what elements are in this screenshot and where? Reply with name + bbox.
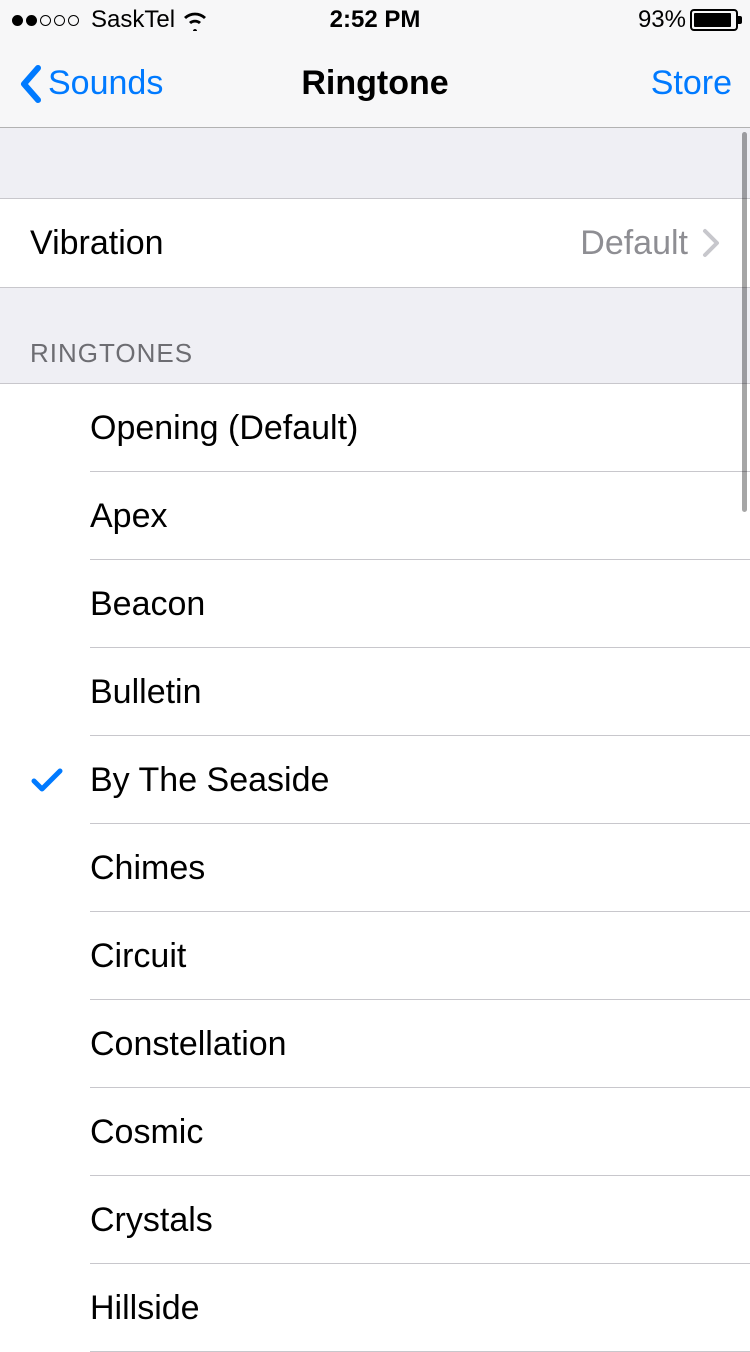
ringtone-item[interactable]: Beacon xyxy=(0,560,750,648)
ringtone-item[interactable]: Opening (Default) xyxy=(0,384,750,472)
battery-icon xyxy=(690,9,738,31)
status-right: 93% xyxy=(638,6,738,34)
ringtone-label: Cosmic xyxy=(90,1113,203,1152)
vibration-value: Default xyxy=(580,224,688,263)
ringtone-item[interactable]: Cosmic xyxy=(0,1088,750,1176)
ringtone-item[interactable]: By The Seaside xyxy=(0,736,750,824)
signal-strength-icon xyxy=(12,15,79,26)
ringtone-label: Bulletin xyxy=(90,673,202,712)
wifi-icon xyxy=(181,9,209,31)
ringtone-label: Hillside xyxy=(90,1289,200,1328)
ringtone-item[interactable]: Constellation xyxy=(0,1000,750,1088)
ringtone-item[interactable]: Apex xyxy=(0,472,750,560)
ringtone-label: Chimes xyxy=(90,849,205,888)
store-button[interactable]: Store xyxy=(651,64,732,103)
status-left: SaskTel xyxy=(12,6,209,34)
back-label: Sounds xyxy=(48,64,163,103)
ringtone-item[interactable]: Crystals xyxy=(0,1176,750,1264)
scroll-indicator[interactable] xyxy=(742,132,747,512)
ringtone-label: Opening (Default) xyxy=(90,409,358,448)
battery-fill xyxy=(694,13,731,27)
ringtones-header: RINGTONES xyxy=(0,288,750,383)
vibration-cell[interactable]: Vibration Default xyxy=(0,199,750,287)
vibration-section: Vibration Default xyxy=(0,198,750,288)
ringtone-item[interactable]: Chimes xyxy=(0,824,750,912)
battery-percent-label: 93% xyxy=(638,6,686,34)
navigation-bar: Sounds Ringtone Store xyxy=(0,40,750,128)
ringtone-label: Circuit xyxy=(90,937,186,976)
ringtone-label: Constellation xyxy=(90,1025,287,1064)
vibration-label: Vibration xyxy=(30,224,164,263)
ringtone-item[interactable]: Bulletin xyxy=(0,648,750,736)
back-button[interactable]: Sounds xyxy=(18,64,163,104)
status-time: 2:52 PM xyxy=(330,6,421,34)
status-bar: SaskTel 2:52 PM 93% xyxy=(0,0,750,40)
ringtones-list: Opening (Default) Apex Beacon Bulletin By Th… xyxy=(0,383,750,1352)
page-title: Ringtone xyxy=(301,64,448,103)
ringtone-label: By The Seaside xyxy=(90,761,329,800)
ringtone-label: Beacon xyxy=(90,585,205,624)
section-gap xyxy=(0,128,750,198)
ringtone-label: Crystals xyxy=(90,1201,213,1240)
carrier-label: SaskTel xyxy=(91,6,175,34)
ringtone-item[interactable]: Hillside xyxy=(0,1264,750,1352)
checkmark-icon xyxy=(30,765,64,795)
chevron-right-icon xyxy=(702,228,720,258)
chevron-left-icon xyxy=(18,64,42,104)
ringtone-item[interactable]: Circuit xyxy=(0,912,750,1000)
ringtone-label: Apex xyxy=(90,497,168,536)
